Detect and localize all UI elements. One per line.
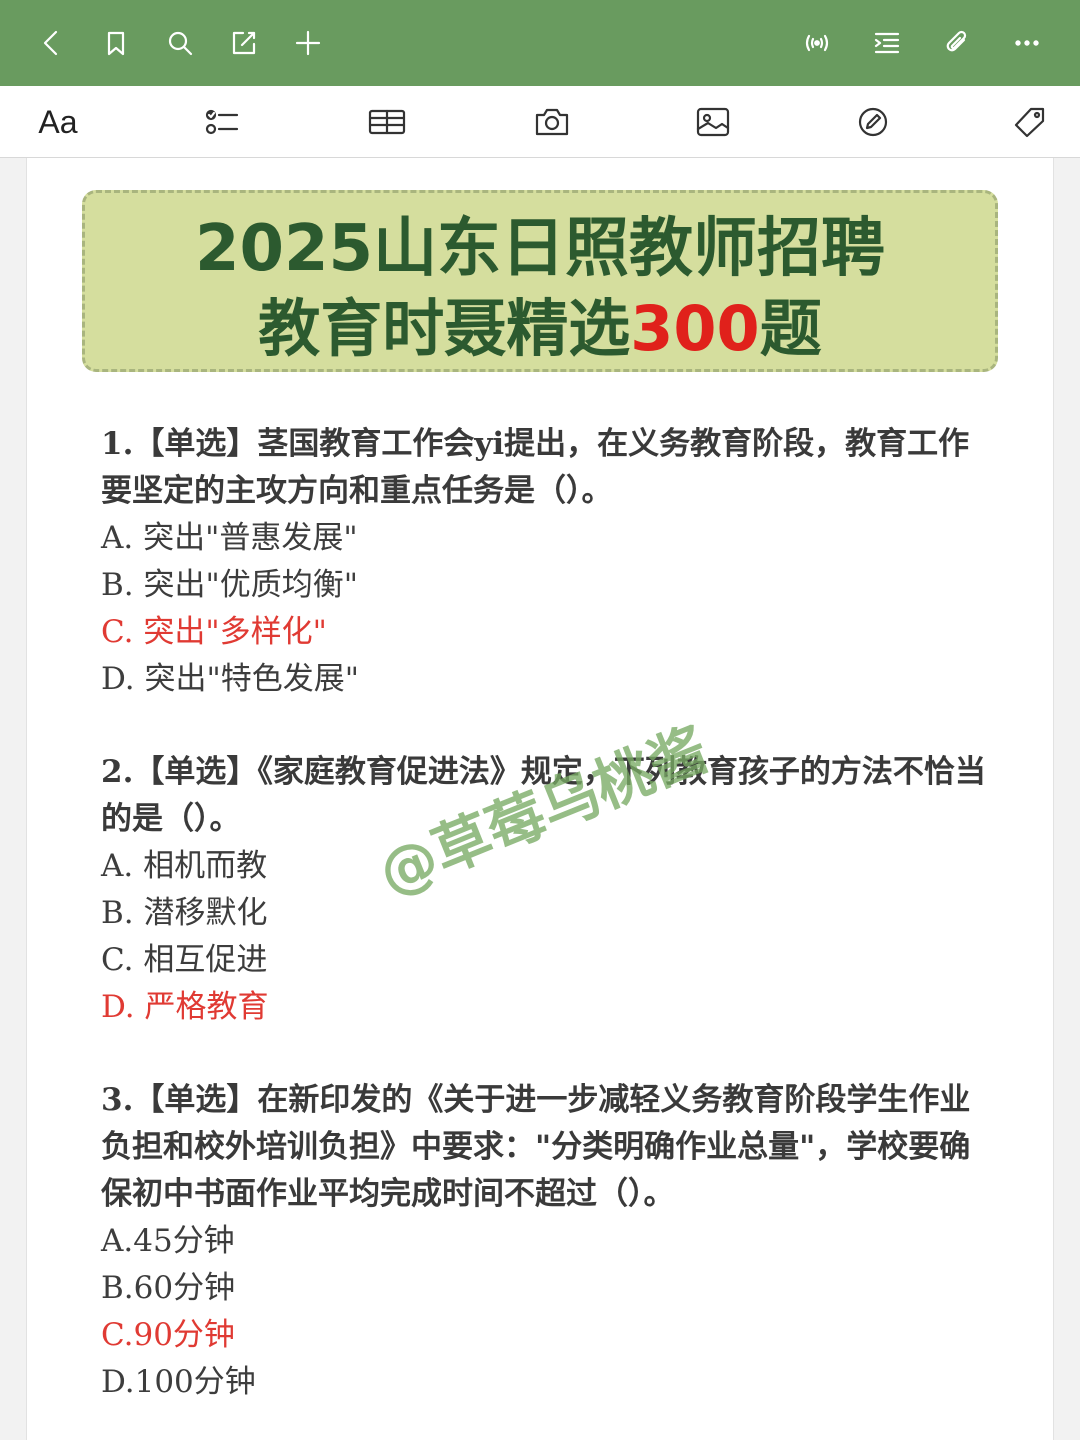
option-d: D. 突出"特色发展" <box>101 661 359 697</box>
text-style-button[interactable]: Aa <box>30 98 86 146</box>
question-stem-line: 的是（）。 <box>101 801 241 837</box>
tag-icon <box>1014 107 1045 138</box>
option-c-correct: C. 突出"多样化" <box>101 614 327 650</box>
more-button[interactable] <box>992 11 1062 75</box>
back-icon <box>43 30 58 56</box>
option-a: A.45分钟 <box>101 1223 235 1259</box>
text-style-icon: Aa <box>38 103 78 140</box>
bookmark-icon <box>107 31 125 56</box>
bookmark-button[interactable] <box>84 11 148 75</box>
search-icon <box>168 31 193 56</box>
attachment-button[interactable] <box>922 11 992 75</box>
top-app-bar <box>0 0 1080 86</box>
image-icon <box>696 107 730 137</box>
option-a: A. 相机而教 <box>101 848 268 884</box>
banner-line2-highlight: 300 <box>630 292 760 365</box>
banner-line2-suffix: 题 <box>759 292 822 365</box>
option-b: B. 突出"优质均衡" <box>101 567 359 603</box>
draw-button[interactable] <box>845 98 901 146</box>
banner-line2-prefix: 教育时聂精选 <box>258 292 631 365</box>
draw-icon <box>858 107 888 137</box>
question-stem-line: 要坚定的主攻方向和重点任务是（）。 <box>101 473 613 509</box>
add-button[interactable] <box>276 11 340 75</box>
format-toolbar: Aa <box>0 86 1080 158</box>
banner-title-line1: 2025山东日照教师招聘 <box>194 212 886 286</box>
image-button[interactable] <box>685 98 741 146</box>
audio-icon <box>805 34 829 52</box>
option-b: B.60分钟 <box>101 1270 236 1306</box>
option-c: C. 相互促进 <box>101 942 268 978</box>
option-a: A. 突出"普惠发展" <box>101 520 358 556</box>
option-d-correct: D. 严格教育 <box>101 989 269 1025</box>
question-stem-line: 2.【单选】《家庭教育促进法》规定，下列教育孩子的方法不恰当 <box>101 754 986 790</box>
edit-icon <box>232 31 256 55</box>
option-c-correct: C.90分钟 <box>101 1317 235 1353</box>
banner-title-line2: 教育时聂精选300题 <box>85 293 995 365</box>
question-stem-line: 负担和校外培训负担》中要求："分类明确作业总量"，学校要确 <box>101 1129 971 1165</box>
table-icon <box>368 109 406 135</box>
checklist-icon <box>205 109 239 135</box>
outline-icon <box>874 32 900 54</box>
question-1: 1.【单选】茎国教育工作会yi提出，在义务教育阶段，教育工作 要坚定的主攻方向和… <box>101 421 1001 703</box>
search-button[interactable] <box>148 11 212 75</box>
audio-button[interactable] <box>782 11 852 75</box>
option-d: D.100分钟 <box>101 1364 256 1400</box>
title-banner: 2025山东日照教师招聘 教育时聂精选300题 <box>82 190 998 372</box>
edit-button[interactable] <box>212 11 276 75</box>
back-button[interactable] <box>20 11 84 75</box>
tag-button[interactable] <box>1002 98 1058 146</box>
add-icon <box>295 30 321 56</box>
table-button[interactable] <box>359 98 415 146</box>
question-stem-line: 3.【单选】在新印发的《关于进一步减轻义务教育阶段学生作业 <box>101 1082 971 1118</box>
camera-icon <box>535 108 569 136</box>
attachment-icon <box>946 30 967 52</box>
question-2: 2.【单选】《家庭教育促进法》规定，下列教育孩子的方法不恰当 的是（）。 A. … <box>101 749 1001 1031</box>
more-icon <box>1015 40 1039 46</box>
outline-button[interactable] <box>852 11 922 75</box>
question-3: 3.【单选】在新印发的《关于进一步减轻义务教育阶段学生作业 负担和校外培训负担》… <box>101 1077 1001 1406</box>
checklist-button[interactable] <box>194 98 250 146</box>
camera-button[interactable] <box>524 98 580 146</box>
option-b: B. 潜移默化 <box>101 895 268 931</box>
question-stem-line: 保初中书面作业平均完成时间不超过（）。 <box>101 1176 675 1212</box>
question-stem-line: 1.【单选】茎国教育工作会yi提出，在义务教育阶段，教育工作 <box>101 426 970 462</box>
